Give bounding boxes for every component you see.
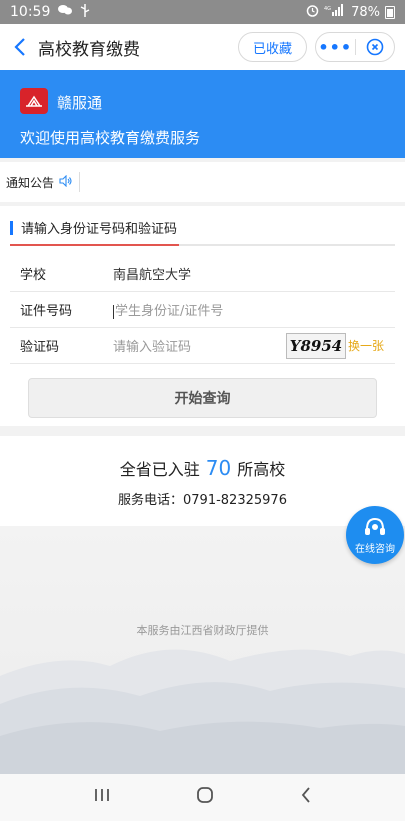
favorited-button[interactable]: 已收藏 [237, 32, 307, 62]
school-value[interactable]: 南昌航空大学 [113, 264, 191, 283]
notice-label: 通知公告 [6, 175, 55, 190]
status-time: 10:59 [10, 4, 51, 20]
app-name: 赣服通 [57, 94, 103, 112]
captcha-label: 验证码 [20, 340, 60, 355]
school-label: 学校 [20, 268, 47, 283]
capsule-menu: ••• [315, 32, 395, 62]
school-count: 70 [205, 456, 232, 480]
school-row: 学校 南昌航空大学 [10, 256, 395, 292]
notice-divider [79, 172, 81, 192]
close-miniapp-icon[interactable] [356, 38, 395, 56]
consult-label: 在线咨询 [355, 543, 395, 555]
status-bar: 10:59 4G 78% [0, 0, 405, 24]
svg-text:4G: 4G [324, 6, 331, 12]
ganfutong-logo-icon [20, 88, 48, 114]
section-header: 请输入身份证号码和验证码 [10, 218, 177, 237]
progress-fill [10, 244, 180, 246]
section-accent-bar [10, 220, 13, 235]
id-number-input[interactable]: 学生身份证/证件号 [113, 300, 223, 319]
mountain-background [0, 649, 405, 774]
notice-bar[interactable]: 通知公告 [0, 162, 405, 202]
footer-landscape: 本服务由江西省财政厅提供 [0, 526, 405, 774]
stats-prefix: 全省已入驻 [119, 460, 200, 479]
online-consult-button[interactable]: 在线咨询 [346, 506, 404, 564]
nav-bar: 高校教育缴费 已收藏 ••• [0, 24, 405, 70]
id-number-label: 证件号码 [20, 304, 73, 319]
chat-notification-icon [58, 4, 73, 20]
id-number-row: 证件号码 学生身份证/证件号 [10, 292, 395, 328]
query-form: 请输入身份证号码和验证码 学校 南昌航空大学 证件号码 学生身份证/证件号 验证… [0, 206, 405, 426]
home-icon[interactable] [196, 786, 214, 809]
back-icon[interactable] [10, 37, 30, 57]
captcha-input[interactable]: 请输入验证码 [113, 336, 191, 355]
id-number-placeholder: 学生身份证/证件号 [115, 304, 224, 319]
stats-suffix: 所高校 [237, 460, 286, 479]
page-title: 高校教育缴费 [38, 39, 140, 60]
more-icon[interactable]: ••• [316, 38, 355, 57]
start-query-button[interactable]: 开始查询 [28, 378, 377, 418]
battery-percent: 78% [351, 4, 380, 20]
battery-icon [385, 5, 395, 19]
captcha-image[interactable]: Y8954 [286, 332, 346, 359]
form-progress [10, 244, 395, 246]
speaker-icon [59, 174, 73, 190]
stats-panel: 全省已入驻 70 所高校 服务电话：0791-82325976 [0, 436, 405, 526]
system-back-icon[interactable] [300, 786, 312, 809]
signal-icon: 4G [324, 4, 346, 20]
service-phone: 服务电话：0791-82325976 [118, 493, 287, 508]
captcha-row: 验证码 请输入验证码 Y8954 换一张 [10, 328, 395, 364]
headset-icon [365, 517, 385, 535]
usb-icon [80, 3, 90, 21]
system-nav-bar [0, 774, 405, 821]
header-banner: 赣服通 欢迎使用高校教育缴费服务 [0, 70, 405, 158]
alarm-icon [306, 4, 319, 21]
section-title: 请输入身份证号码和验证码 [21, 222, 178, 237]
provider-text: 本服务由江西省财政厅提供 [136, 624, 269, 637]
welcome-text: 欢迎使用高校教育缴费服务 [20, 129, 201, 147]
school-count-line: 全省已入驻 70 所高校 [0, 456, 405, 480]
recent-apps-icon[interactable] [93, 787, 111, 808]
refresh-captcha-link[interactable]: 换一张 [348, 337, 384, 354]
